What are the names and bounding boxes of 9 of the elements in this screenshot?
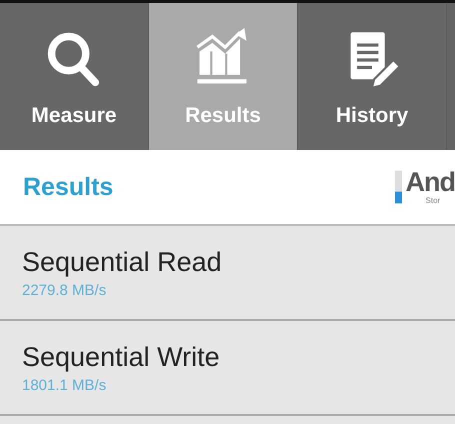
- result-name: Sequential Read: [22, 246, 223, 278]
- result-row[interactable]: Sequential Read 2279.8 MB/s: [0, 226, 455, 321]
- result-value: 2279.8 MB/s: [22, 282, 108, 298]
- logo-text: And: [406, 169, 455, 196]
- result-row[interactable]: Sequential Write 1801.1 MB/s: [0, 321, 455, 416]
- result-value: 1801.1 MB/s: [22, 376, 108, 394]
- logo-subtitle: Stor: [426, 196, 440, 205]
- page-title: Results: [23, 172, 114, 202]
- result-name: Sequential Write: [22, 342, 221, 372]
